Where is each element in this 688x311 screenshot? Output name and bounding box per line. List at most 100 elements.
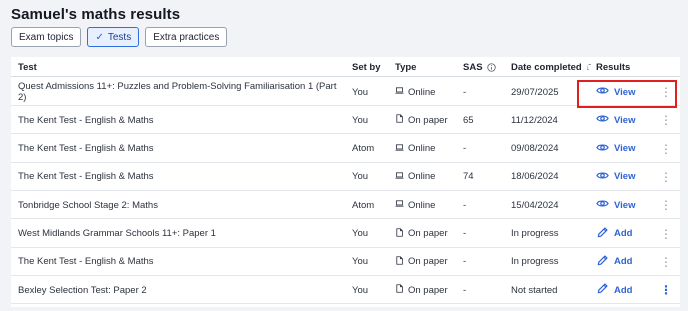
paper-icon	[395, 227, 404, 240]
type-label: On paper	[408, 284, 448, 296]
sas-score: -	[463, 256, 467, 268]
eye-icon	[596, 84, 609, 100]
filter-exam-topics[interactable]: Exam topics	[11, 27, 82, 47]
test-type: On paper	[395, 276, 448, 304]
page-title: Samuel's maths results	[11, 6, 181, 23]
eye-icon	[596, 141, 609, 157]
view-result-button[interactable]: View	[596, 78, 635, 106]
add-result-button[interactable]: Add	[596, 220, 632, 248]
view-result-button[interactable]: View	[596, 135, 635, 163]
set-by: You	[352, 114, 369, 126]
paper-icon	[395, 256, 404, 268]
set-by: You	[352, 171, 369, 183]
header-results: Results	[596, 62, 631, 73]
date-completed: Not started	[511, 284, 558, 296]
paper-icon	[395, 114, 404, 126]
test-type: Online	[395, 163, 435, 191]
result-label: View	[614, 199, 636, 211]
table-row: The Kent Test - English & Maths You Online…	[11, 163, 680, 191]
more-options-icon[interactable]: ⋮	[660, 191, 672, 219]
set-by: You	[352, 284, 369, 296]
sort-icon[interactable]: ↓̄	[586, 63, 590, 72]
more-options-icon[interactable]: ⋮	[660, 106, 672, 134]
set-by: Atom	[352, 143, 375, 155]
result-label: View	[614, 171, 636, 183]
more-options-icon[interactable]: ⋮	[660, 78, 672, 106]
add-result-button[interactable]: Add	[596, 248, 632, 276]
type-label: Online	[408, 86, 436, 98]
set-by: You	[352, 228, 369, 239]
table-row: The Kent Test - English & Maths Atom Onlin…	[11, 135, 680, 163]
date-completed: 09/08/2024	[511, 143, 559, 155]
date-completed: In progress	[511, 228, 559, 239]
filter-label: Exam topics	[19, 31, 74, 43]
results-table: Test Set by Type SAS Date completed ↓̄ R…	[11, 57, 680, 307]
sas-score: -	[463, 86, 467, 98]
more-options-icon[interactable]: ⋮	[660, 163, 672, 191]
test-name: The Kent Test - English & Maths	[18, 171, 154, 183]
type-label: On paper	[408, 114, 448, 126]
eye-icon	[596, 112, 609, 128]
type-label: On paper	[408, 228, 448, 239]
result-label: Add	[614, 256, 633, 268]
table-row: Quest Admissions 11+: Puzzles and Proble…	[11, 78, 680, 106]
sas-score: 74	[463, 171, 474, 183]
date-completed: 11/12/2024	[511, 114, 558, 126]
filter-bar: Exam topics ✓ Tests Extra practices	[11, 27, 228, 47]
date-completed: 18/06/2024	[511, 171, 559, 183]
filter-tests[interactable]: ✓ Tests	[87, 27, 140, 47]
result-label: View	[614, 114, 636, 126]
info-icon[interactable]	[486, 63, 496, 72]
type-label: Online	[408, 143, 436, 155]
view-result-button[interactable]: View	[596, 191, 635, 219]
sas-score: -	[463, 284, 467, 296]
test-name: The Kent Test - English & Maths	[18, 256, 154, 268]
result-label: View	[614, 86, 636, 98]
view-result-button[interactable]: View	[596, 106, 635, 134]
result-label: Add	[614, 228, 633, 239]
test-name: Tonbridge School Stage 2: Maths	[18, 199, 158, 211]
more-options-icon[interactable]: ⋮	[660, 276, 672, 304]
sas-score: -	[463, 228, 467, 239]
eye-icon	[596, 197, 609, 213]
laptop-icon	[395, 171, 404, 183]
view-result-button[interactable]: View	[596, 163, 635, 191]
filter-label: Tests	[107, 31, 132, 43]
pencil-icon	[596, 254, 609, 270]
sas-score: 65	[463, 114, 474, 126]
header-sas-label: SAS	[463, 62, 483, 73]
test-name: The Kent Test - English & Maths	[18, 143, 154, 155]
test-type: Online	[395, 191, 435, 219]
paper-icon	[395, 284, 404, 296]
type-label: Online	[408, 171, 436, 183]
sas-score: -	[463, 143, 467, 155]
test-name: The Kent Test - English & Maths	[18, 114, 154, 126]
test-name: West Midlands Grammar Schools 11+: Paper…	[18, 228, 216, 239]
header-type: Type	[395, 62, 417, 73]
test-type: On paper	[395, 106, 448, 134]
sas-score: -	[463, 199, 467, 211]
date-completed: 15/04/2024	[511, 199, 559, 211]
result-label: Add	[614, 284, 633, 296]
test-type: Online	[395, 135, 435, 163]
set-by: Atom	[352, 199, 375, 211]
more-options-icon[interactable]: ⋮	[660, 135, 672, 163]
table-row: West Midlands Grammar Schools 11+: Paper…	[11, 220, 680, 248]
pencil-icon	[596, 226, 609, 242]
set-by: You	[352, 86, 369, 98]
table-header: Test Set by Type SAS Date completed ↓̄ R…	[11, 57, 680, 77]
add-result-button[interactable]: Add	[596, 276, 632, 304]
filter-extra-practices[interactable]: Extra practices	[145, 27, 228, 47]
check-icon: ✓	[95, 31, 104, 43]
type-label: Online	[408, 199, 436, 211]
table-row: The Kent Test - English & Maths You On pap…	[11, 248, 680, 276]
header-set-by: Set by	[352, 62, 381, 73]
pencil-icon	[596, 282, 609, 298]
test-type: On paper	[395, 248, 448, 276]
laptop-icon	[395, 86, 404, 98]
header-date[interactable]: Date completed ↓̄	[511, 62, 590, 73]
header-date-label: Date completed	[511, 62, 582, 73]
table-row: The Kent Test - English & Maths You On pap…	[11, 106, 680, 135]
more-options-icon[interactable]: ⋮	[660, 220, 672, 248]
more-options-icon[interactable]: ⋮	[660, 248, 672, 276]
